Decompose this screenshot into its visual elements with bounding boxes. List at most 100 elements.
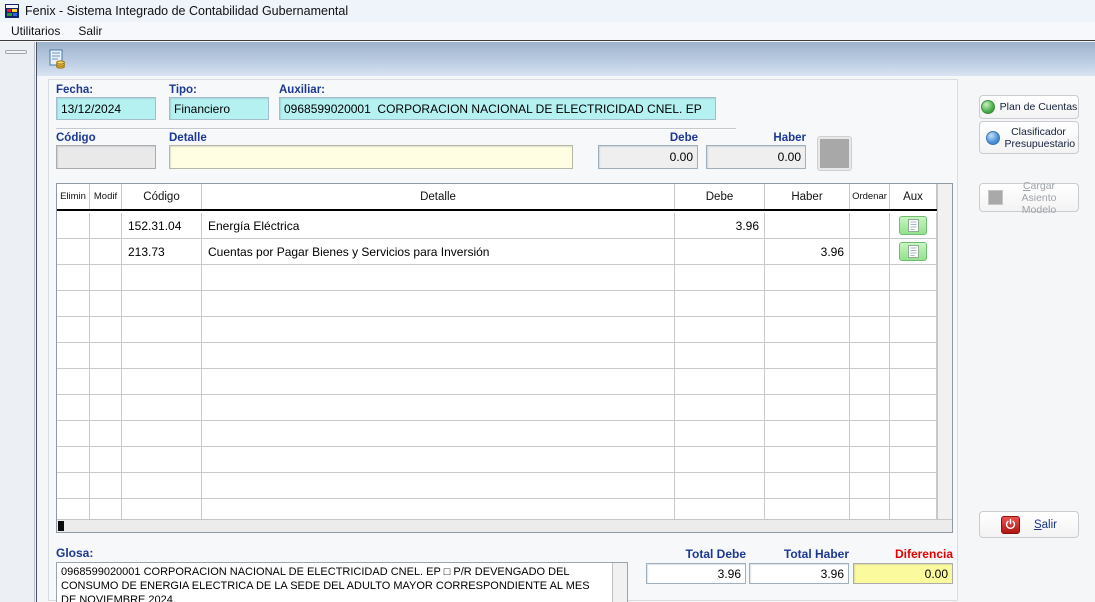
table-row[interactable]: [57, 421, 937, 447]
left-collapsed-panel: [0, 42, 35, 602]
table-row[interactable]: [57, 317, 937, 343]
column-header-aux[interactable]: Aux: [890, 184, 937, 209]
salir-button[interactable]: Salir: [979, 511, 1079, 538]
auxiliar-input[interactable]: 0968599020001 CORPORACION NACIONAL DE EL…: [279, 97, 716, 120]
diferencia-value: 0.00: [853, 563, 953, 584]
cell-elimin: [57, 317, 90, 343]
cell-debe: [675, 447, 765, 473]
table-row[interactable]: 213.73Cuentas por Pagar Bienes y Servici…: [57, 239, 937, 265]
cell-detalle: [202, 265, 675, 291]
separator-line: [56, 128, 736, 130]
cell-codigo: 213.73: [122, 239, 202, 265]
menu-salir[interactable]: Salir: [69, 23, 111, 39]
table-row[interactable]: [57, 343, 937, 369]
clasificador-label: Clasificador Presupuestario: [1005, 126, 1073, 150]
cell-modif: [90, 343, 122, 369]
cell-ordenar: [850, 343, 890, 369]
document-note-icon: [908, 245, 919, 258]
column-header-haber[interactable]: Haber: [765, 184, 850, 209]
table-row[interactable]: [57, 369, 937, 395]
cell-ordenar: [850, 317, 890, 343]
cell-elimin: [57, 239, 90, 265]
salir-button-label: Salir: [1034, 519, 1057, 531]
cell-debe: [675, 239, 765, 265]
table-row[interactable]: [57, 265, 937, 291]
cell-debe: 3.96: [675, 213, 765, 239]
cell-codigo: [122, 421, 202, 447]
table-row[interactable]: 152.31.04Energía Eléctrica3.96: [57, 213, 937, 239]
cell-modif: [90, 395, 122, 421]
cell-modif: [90, 317, 122, 343]
cell-aux: [890, 421, 937, 447]
toolbar: [37, 42, 1095, 76]
menu-utilitarios[interactable]: Utilitarios: [2, 23, 69, 39]
table-row[interactable]: [57, 473, 937, 499]
column-header-ordenar[interactable]: Ordenar: [850, 184, 890, 209]
cell-codigo: [122, 317, 202, 343]
cell-haber: [765, 343, 850, 369]
haber-input[interactable]: 0.00: [706, 145, 806, 169]
fecha-input[interactable]: 13/12/2024: [56, 97, 156, 120]
cargar-asiento-label: Cargar Asiento Modelo: [1008, 180, 1070, 216]
glosa-scrollbar[interactable]: [612, 563, 627, 602]
table-row[interactable]: [57, 291, 937, 317]
cell-debe: [675, 421, 765, 447]
cell-modif: [90, 239, 122, 265]
cell-ordenar: [850, 499, 890, 519]
column-header-modif[interactable]: Modif: [90, 184, 122, 209]
cell-modif: [90, 291, 122, 317]
cell-haber: [765, 473, 850, 499]
cell-codigo: [122, 499, 202, 519]
table-vertical-scrollbar[interactable]: [937, 184, 952, 519]
cell-elimin: [57, 473, 90, 499]
table-row[interactable]: [57, 395, 937, 421]
cell-aux: [890, 473, 937, 499]
tipo-input[interactable]: Financiero: [169, 97, 269, 120]
total-haber-value: 3.96: [749, 563, 849, 584]
auxiliar-label: Auxiliar:: [279, 84, 325, 96]
cell-elimin: [57, 499, 90, 519]
column-header-código[interactable]: Código: [122, 184, 202, 209]
table-row[interactable]: [57, 447, 937, 473]
blue-sphere-icon: [986, 131, 1000, 145]
cell-ordenar: [850, 395, 890, 421]
cell-debe: [675, 343, 765, 369]
detalle-input[interactable]: [169, 145, 573, 169]
cell-elimin: [57, 265, 90, 291]
column-header-elimin[interactable]: Elimin: [57, 184, 90, 209]
cell-aux: [890, 343, 937, 369]
table-row[interactable]: [57, 499, 937, 519]
clasificador-presupuestario-button[interactable]: Clasificador Presupuestario: [979, 121, 1079, 154]
table-horizontal-scrollbar[interactable]: [57, 519, 952, 532]
cell-detalle: Cuentas por Pagar Bienes y Servicios par…: [202, 239, 675, 265]
cell-aux: [890, 499, 937, 519]
title-bar: Fenix - Sistema Integrado de Contabilida…: [0, 0, 1095, 22]
codigo-input[interactable]: [56, 145, 156, 169]
cell-haber: [765, 317, 850, 343]
cell-elimin: [57, 369, 90, 395]
diferencia-label: Diferencia: [853, 547, 953, 561]
column-header-detalle[interactable]: Detalle: [202, 184, 675, 209]
cell-ordenar: [850, 291, 890, 317]
cell-ordenar: [850, 447, 890, 473]
cell-modif: [90, 421, 122, 447]
cell-aux: [890, 213, 937, 239]
add-entry-button[interactable]: [818, 137, 851, 170]
aux-button[interactable]: [899, 216, 927, 235]
glosa-textarea[interactable]: 0968599020001 CORPORACION NACIONAL DE EL…: [56, 562, 628, 602]
plan-de-cuentas-button[interactable]: Plan de Cuentas: [979, 95, 1079, 119]
cell-ordenar: [850, 369, 890, 395]
column-header-debe[interactable]: Debe: [675, 184, 765, 209]
cell-haber: [765, 499, 850, 519]
menu-bar: Utilitarios Salir: [0, 22, 1095, 41]
cell-modif: [90, 213, 122, 239]
cell-debe: [675, 317, 765, 343]
cell-haber: [765, 395, 850, 421]
new-entry-button[interactable]: [44, 46, 70, 72]
horizontal-scrollbar-thumb[interactable]: [58, 521, 64, 531]
cargar-asiento-modelo-button[interactable]: Cargar Asiento Modelo: [979, 183, 1079, 212]
aux-button[interactable]: [899, 242, 927, 261]
debe-input[interactable]: 0.00: [598, 145, 698, 169]
cell-codigo: [122, 343, 202, 369]
panel-grip-handle[interactable]: [5, 50, 27, 54]
